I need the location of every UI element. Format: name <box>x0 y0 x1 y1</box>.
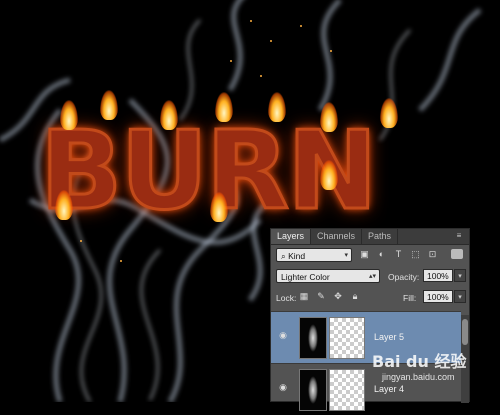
brush-icon[interactable]: ✎ <box>316 291 326 301</box>
tab-layers[interactable]: Layers <box>271 229 312 244</box>
blend-mode-label: Lighter Color <box>281 272 330 282</box>
lock-icon[interactable]: 🔒︎ <box>350 291 360 301</box>
eye-icon[interactable]: ◉ <box>277 330 289 340</box>
lock-row: Lock: ▦ ✎ ✥ 🔒︎ Fill: 100% ▾ <box>271 289 469 307</box>
spark <box>260 75 262 77</box>
smart-object-filter-icon[interactable]: ⊡ <box>427 249 438 259</box>
flame <box>268 92 286 122</box>
flame <box>210 192 228 222</box>
flame <box>215 92 233 122</box>
panel-menu-icon[interactable]: ≡ <box>453 231 465 241</box>
adjustment-filter-icon[interactable]: ◐ <box>376 249 387 259</box>
move-icon[interactable]: ✥ <box>333 291 343 301</box>
flame <box>100 90 118 120</box>
spark <box>270 40 272 42</box>
spark <box>250 20 252 22</box>
flame <box>320 102 338 132</box>
filter-kind-label: Kind <box>288 251 306 261</box>
lock-label: Lock: <box>276 293 297 303</box>
flame <box>320 160 338 190</box>
scrollbar-thumb[interactable] <box>462 319 468 345</box>
flame <box>60 100 78 130</box>
tab-channels[interactable]: Channels <box>311 229 363 244</box>
spark <box>330 50 332 52</box>
layer-thumbnail <box>299 369 327 411</box>
lock-icons: ▦ ✎ ✥ 🔒︎ <box>299 291 360 301</box>
fill-label: Fill: <box>403 293 417 303</box>
layer-mask-thumbnail[interactable] <box>329 369 365 411</box>
flame <box>55 190 73 220</box>
blend-row: Lighter Color ▴▾ Opacity: 100% ▾ <box>271 267 469 285</box>
image-filter-icon[interactable]: ▣ <box>359 249 370 259</box>
fill-field[interactable]: 100% <box>423 290 453 303</box>
fill-stepper[interactable]: ▾ <box>454 290 466 303</box>
filter-icons: ▣ ◐ T ⬚ ⊡ <box>359 249 438 259</box>
flame <box>380 98 398 128</box>
smoke-thumbnail-art <box>308 376 318 404</box>
spark <box>300 25 302 27</box>
opacity-stepper[interactable]: ▾ <box>454 269 466 282</box>
type-filter-icon[interactable]: T <box>393 249 404 259</box>
chevron-down-icon: ▴▾ <box>368 273 376 280</box>
filter-toggle[interactable] <box>451 249 463 259</box>
filter-row: ⌕ Kind ▾ ▣ ◐ T ⬚ ⊡ <box>271 246 469 264</box>
spark <box>80 240 82 242</box>
panel-tab-bar: Layers Channels Paths ≡ <box>271 229 469 245</box>
chevron-down-icon: ▾ <box>344 252 348 259</box>
spark <box>230 60 232 62</box>
flame <box>160 100 178 130</box>
blend-mode-select[interactable]: Lighter Color ▴▾ <box>276 269 380 283</box>
opacity-label: Opacity: <box>388 272 420 282</box>
watermark-logo: Bai du 经验 <box>372 352 467 371</box>
layer-mask-thumbnail[interactable] <box>329 317 365 359</box>
watermark-url: jingyan.baidu.com <box>382 372 455 382</box>
opacity-field[interactable]: 100% <box>423 269 453 282</box>
spark <box>120 260 122 262</box>
tab-paths[interactable]: Paths <box>362 229 399 244</box>
shape-filter-icon[interactable]: ⬚ <box>410 249 421 259</box>
eye-icon[interactable]: ◉ <box>277 382 289 392</box>
lock-pixels-icon[interactable]: ▦ <box>299 291 309 301</box>
smoke-thumbnail-art <box>308 324 318 352</box>
layer-name[interactable]: Layer 5 <box>374 332 404 342</box>
filter-kind-select[interactable]: ⌕ Kind ▾ <box>276 248 352 262</box>
watermark: Bai du 经验 jingyan.baidu.com <box>372 348 492 388</box>
layer-thumbnail <box>299 317 327 359</box>
